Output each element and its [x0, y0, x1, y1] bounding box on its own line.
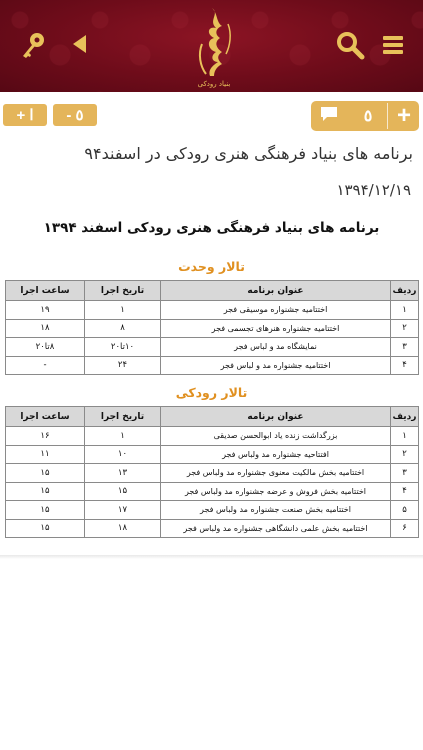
cell-title: بزرگداشت زنده یاد ابوالحسن صدیقی	[160, 426, 391, 446]
schedule-table: ردیف عنوان برنامه تاریخ اجرا ساعت اجرا ۱…	[5, 406, 419, 538]
document-heading: برنامه های بنیاد فرهنگی هنری رودکی اسفند…	[43, 220, 380, 236]
cell-date: ۲۴	[84, 355, 161, 375]
table-row: ۴ اختتامیه جشنواره مد و لباس فجر ۲۴ -	[5, 355, 419, 375]
cell-time: ۱۵	[5, 518, 85, 538]
cell-row: ۲	[390, 444, 419, 464]
cell-title: اختتامیه بخش علمی دانشگاهی جشنواره مد ول…	[160, 518, 391, 538]
cell-row: ۴	[390, 481, 419, 501]
table-row: ۳ نمایشگاه مد و لباس فجر ۱۰تا۲۰ ۸تا۲۰	[5, 337, 419, 357]
font-decrease-button[interactable]: - ٥	[53, 104, 97, 126]
cell-time: ۱۶	[5, 426, 85, 446]
cell-date: ۱۷	[84, 500, 161, 520]
schedule-table: ردیف عنوان برنامه تاریخ اجرا ساعت اجرا ۱…	[5, 280, 419, 375]
column-header-date: تاریخ اجرا	[84, 280, 161, 301]
section-title: تالار وحدت	[178, 259, 245, 274]
cell-date: ۱۰	[84, 444, 161, 464]
cell-time: ۱۸	[5, 318, 85, 338]
cell-time: ۱۱	[5, 444, 85, 464]
table-row: ۱ بزرگداشت زنده یاد ابوالحسن صدیقی ۱ ۱۶	[5, 426, 419, 446]
document-bottom-edge	[0, 555, 423, 559]
comments-button[interactable]: ٥ +	[311, 101, 419, 131]
column-header-time: ساعت اجرا	[5, 406, 85, 427]
cell-date: ۱۵	[84, 481, 161, 501]
column-header-row: ردیف	[390, 406, 419, 427]
cell-time: ۸تا۲۰	[5, 337, 85, 357]
column-header-date: تاریخ اجرا	[84, 406, 161, 427]
table-row: ۱ اختتامیه جشنواره موسیقی فجر ۱ ۱۹	[5, 300, 419, 320]
cell-title: اختتامیه جشنواره هنرهای تجسمی فجر	[160, 318, 391, 338]
cell-date: ۱۰تا۲۰	[84, 337, 161, 357]
column-header-time: ساعت اجرا	[5, 280, 85, 301]
key-icon[interactable]	[18, 30, 48, 60]
table-header-row: ردیف عنوان برنامه تاریخ اجرا ساعت اجرا	[5, 406, 419, 427]
table-header-row: ردیف عنوان برنامه تاریخ اجرا ساعت اجرا	[5, 280, 419, 301]
app-header: بنیاد رودکی	[0, 0, 423, 92]
cell-date: ۱۸	[84, 518, 161, 538]
article-toolbar: + ا - ٥ ٥ +	[0, 92, 423, 140]
font-increase-button[interactable]: + ا	[3, 104, 47, 126]
schedule-document: برنامه های بنیاد فرهنگی هنری رودکی اسفند…	[0, 218, 423, 559]
column-header-title: عنوان برنامه	[160, 406, 391, 427]
cell-title: اختتامیه بخش صنعت جشنواره مد ولباس فجر	[160, 500, 391, 520]
cell-time: ۱۵	[5, 500, 85, 520]
cell-row: ۳	[390, 463, 419, 483]
cell-time: ۱۹	[5, 300, 85, 320]
section-title: تالار رودکی	[175, 385, 248, 400]
cell-title: افتتاحیه جشنواره مد ولباس فجر	[160, 444, 391, 464]
article-title: برنامه های بنیاد فرهنگی هنری رودکی در اس…	[84, 144, 413, 163]
rudaki-logo: بنیاد رودکی	[188, 4, 240, 88]
table-row: ۳ اختتامیه بخش مالکیت معنوی جشنواره مد و…	[5, 463, 419, 483]
cell-row: ۲	[390, 318, 419, 338]
comment-separator	[387, 103, 388, 129]
table-row: ۵ اختتامیه بخش صنعت جشنواره مد ولباس فجر…	[5, 500, 419, 520]
column-header-title: عنوان برنامه	[160, 280, 391, 301]
cell-title: اختتامیه بخش فروش و عرضه جشنواره مد ولبا…	[160, 481, 391, 501]
cell-row: ۴	[390, 355, 419, 375]
cell-row: ۳	[390, 337, 419, 357]
table-row: ۲ اختتامیه جشنواره هنرهای تجسمی فجر ۸ ۱۸	[5, 318, 419, 338]
cell-row: ۵	[390, 500, 419, 520]
cell-date: ۸	[84, 318, 161, 338]
cell-date: ۱	[84, 300, 161, 320]
column-header-row: ردیف	[390, 280, 419, 301]
article-date: ۱۳۹۴/۱۲/۱۹	[336, 181, 411, 199]
search-icon[interactable]	[335, 30, 365, 60]
cell-time: ۱۵	[5, 463, 85, 483]
table-row: ۶ اختتامیه بخش علمی دانشگاهی جشنواره مد …	[5, 518, 419, 538]
cell-title: اختتامیه جشنواره موسیقی فجر	[160, 300, 391, 320]
comment-bubble-icon	[319, 105, 339, 128]
cell-title: اختتامیه جشنواره مد و لباس فجر	[160, 355, 391, 375]
cell-title: اختتامیه بخش مالکیت معنوی جشنواره مد ولب…	[160, 463, 391, 483]
svg-text:بنیاد رودکی: بنیاد رودکی	[198, 80, 231, 88]
comment-count: ٥	[363, 108, 373, 125]
cell-time: ۱۵	[5, 481, 85, 501]
cell-row: ۱	[390, 300, 419, 320]
cell-date: ۱	[84, 426, 161, 446]
back-arrow-icon[interactable]	[70, 33, 90, 55]
cell-row: ۶	[390, 518, 419, 538]
cell-row: ۱	[390, 426, 419, 446]
table-row: ۲ افتتاحیه جشنواره مد ولباس فجر ۱۰ ۱۱	[5, 444, 419, 464]
cell-time: -	[5, 355, 85, 375]
cell-title: نمایشگاه مد و لباس فجر	[160, 337, 391, 357]
add-comment-icon[interactable]: +	[397, 102, 411, 130]
table-row: ۴ اختتامیه بخش فروش و عرضه جشنواره مد ول…	[5, 481, 419, 501]
cell-date: ۱۳	[84, 463, 161, 483]
menu-icon[interactable]	[380, 32, 406, 58]
